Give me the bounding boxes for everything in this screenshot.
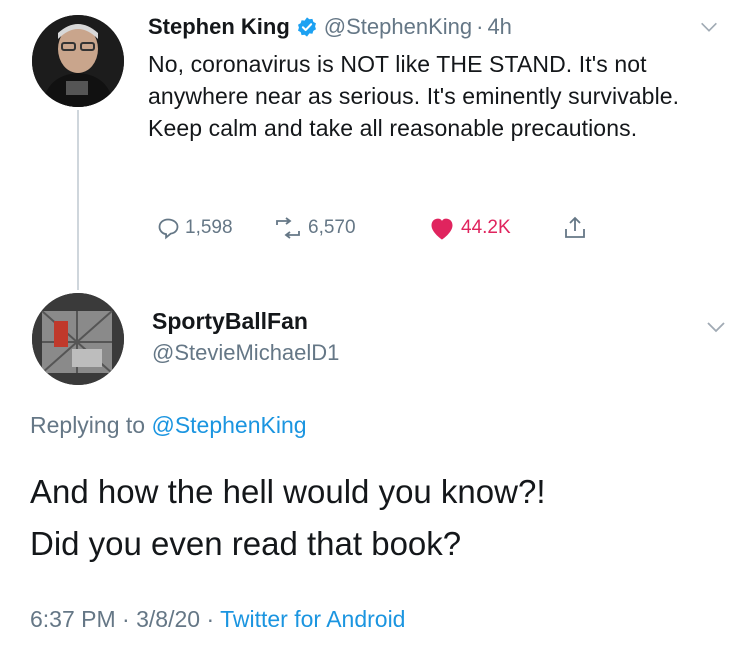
reply-author-handle[interactable]: @StevieMichaelD1 — [152, 340, 339, 366]
author-handle[interactable]: @StephenKing — [324, 14, 472, 40]
tweet-actions: 1,598 6,570 44.2K — [156, 215, 592, 241]
separator-dot: · — [476, 14, 484, 39]
reply-count: 1,598 — [185, 217, 233, 238]
heart-icon — [431, 218, 453, 240]
replying-to-mention[interactable]: @StephenKing — [151, 412, 306, 438]
retweet-button[interactable]: 6,570 — [269, 216, 428, 240]
author-avatar[interactable] — [32, 15, 124, 107]
reply-source[interactable]: Twitter for Android — [220, 606, 405, 632]
thread-line — [77, 110, 79, 290]
reply-time[interactable]: 6:37 PM — [30, 606, 116, 632]
reply-text: And how the hell would you know?! Did yo… — [30, 466, 730, 570]
tweet-text: No, coronavirus is NOT like THE STAND. I… — [148, 51, 680, 141]
reply-author-block: SportyBallFan @StevieMichaelD1 — [152, 308, 339, 366]
author-name[interactable]: Stephen King — [148, 14, 290, 40]
reply-author-avatar[interactable] — [32, 293, 124, 385]
retweet-count: 6,570 — [308, 217, 356, 238]
like-count: 44.2K — [461, 217, 511, 238]
like-button[interactable]: 44.2K — [428, 215, 563, 241]
avatar-photo — [32, 15, 124, 107]
replying-to-line: Replying to @StephenKing — [30, 412, 307, 439]
reply-date[interactable]: 3/8/20 — [136, 606, 200, 632]
reply-author-name[interactable]: SportyBallFan — [152, 308, 339, 335]
share-icon — [565, 216, 585, 238]
tweet-header: Stephen King @StephenKing · 4h — [148, 8, 738, 46]
reply-meta: 6:37 PM · 3/8/20 · Twitter for Android — [30, 606, 405, 633]
chevron-down-icon[interactable] — [704, 315, 728, 339]
meta-separator: · — [122, 606, 130, 632]
verified-badge-icon — [297, 17, 316, 37]
reply-icon — [158, 218, 179, 240]
tweet-age[interactable]: 4h — [487, 14, 511, 40]
retweet-icon — [276, 217, 300, 239]
reply-line-1: And how the hell would you know?! — [30, 473, 546, 510]
avatar-photo — [32, 293, 124, 385]
replying-prefix: Replying to — [30, 412, 146, 438]
meta-separator: · — [206, 606, 215, 632]
reply-button[interactable]: 1,598 — [156, 216, 269, 240]
reply-line-2: Did you even read that book? — [30, 525, 462, 562]
chevron-down-icon[interactable] — [698, 16, 720, 38]
tweet: Stephen King @StephenKing · 4h No, coron… — [148, 8, 738, 144]
share-button[interactable] — [563, 215, 592, 241]
